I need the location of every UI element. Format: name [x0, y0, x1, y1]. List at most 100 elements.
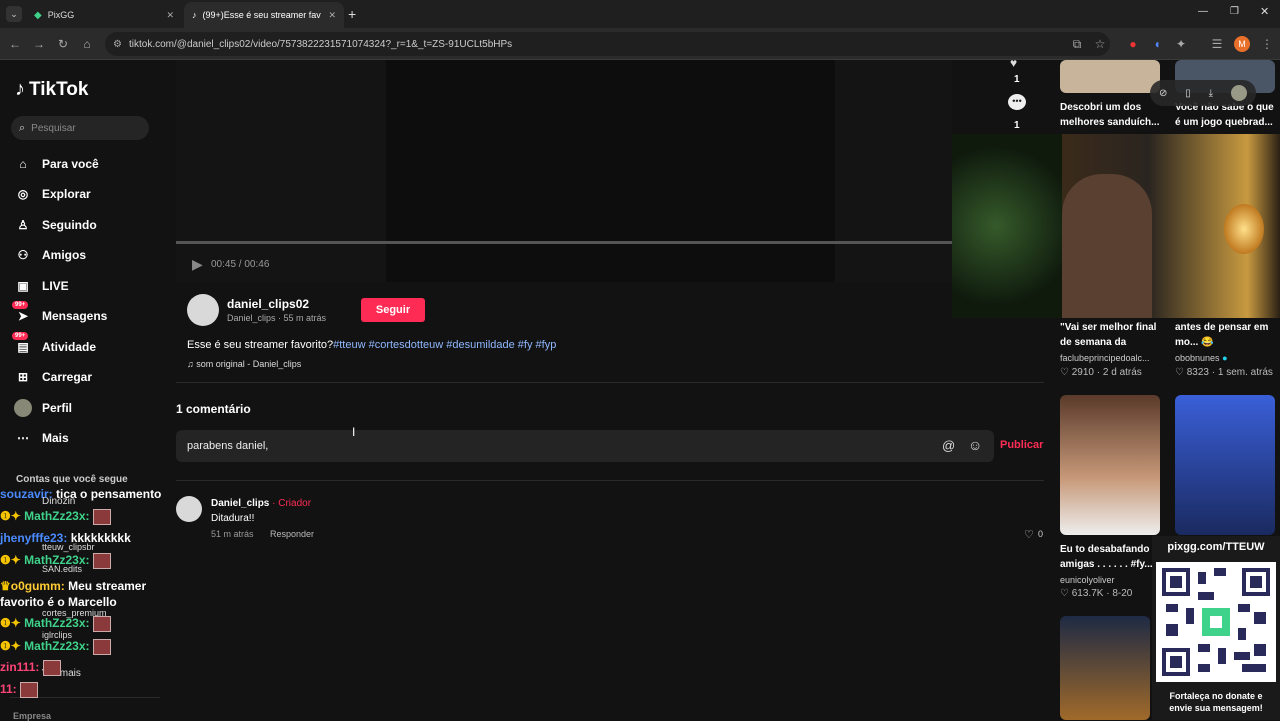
close-window-button[interactable]: ✕ [1260, 5, 1269, 18]
sound-link[interactable]: ♫ som original - Daniel_clips [187, 359, 301, 369]
sidebar-item-label: Para você [42, 157, 99, 171]
more-icon: ⋯ [17, 431, 29, 445]
sidebar-item-live[interactable]: ▣ LIVE [14, 274, 68, 298]
author-subtitle: Daniel_clips · 55 m atrás [227, 313, 327, 323]
sidebar-item-perfil[interactable]: Perfil [14, 396, 72, 420]
recommended-title[interactable]: "Vai ser melhor final de semana da minh.… [1060, 320, 1160, 350]
home-button-icon[interactable]: ⌂ [78, 35, 96, 53]
comment-input-text: parabens daniel, [187, 440, 269, 452]
chat-message: zin111: [0, 660, 61, 676]
emoji-icon[interactable]: ☺ [968, 437, 982, 453]
sidebar-item-seguindo[interactable]: ♙ Seguindo [14, 213, 97, 237]
sidebar-item-mensagens[interactable]: ➤ 99+ Mensagens [12, 301, 107, 328]
copy-link-icon[interactable]: ⊘ [1159, 88, 1167, 99]
sidebar-item-amigos[interactable]: ⚇ Amigos [14, 243, 86, 267]
search-input[interactable]: ⌕ Pesquisar [11, 116, 149, 140]
recommended-author[interactable]: eunicolyoliver [1060, 575, 1115, 585]
comment-like-icon[interactable]: ♡ [1024, 528, 1034, 541]
tab-tiktok[interactable]: ♪ (99+)Esse é seu streamer favori ✕ [184, 2, 344, 28]
bookmark-star-icon[interactable]: ☆ [1091, 35, 1109, 53]
comment-author[interactable]: Daniel_clips [211, 498, 269, 509]
browser-menu-icon[interactable]: ⋮ [1258, 35, 1276, 53]
tab-pixgg[interactable]: ◆ PixGG ✕ [26, 2, 182, 28]
music-note-icon: ♫ [187, 359, 194, 369]
post-caption: Esse é seu streamer favorito?#tteuw #cor… [187, 339, 556, 351]
video-time: 00:45 / 00:46 [211, 259, 270, 270]
extensions-icon[interactable]: ✦ [1172, 35, 1190, 53]
close-tab-icon[interactable]: ✕ [328, 10, 336, 21]
chat-text: tica o pensamento [56, 487, 162, 501]
site-info-icon[interactable]: ⚙ [113, 39, 122, 50]
extension-red-icon[interactable]: ● [1124, 35, 1142, 53]
reload-icon[interactable]: ↻ [54, 35, 72, 53]
crown-icon: ♛ [0, 579, 11, 593]
qr-code-graphic [1162, 568, 1270, 676]
restore-button[interactable]: ❐ [1230, 6, 1239, 17]
recommended-age: 8-20 [1112, 588, 1133, 599]
comments-count: 1 comentário [176, 402, 251, 416]
badge-icon: ❶✦ [0, 553, 21, 568]
recommended-video-thumb[interactable] [1060, 395, 1160, 535]
close-tab-icon[interactable]: ✕ [166, 10, 174, 21]
extension-audio-icon[interactable]: ◖ [1148, 35, 1166, 53]
recommended-author[interactable]: faclubeprincipedoalc... [1060, 353, 1160, 363]
qr-code-icon [1156, 562, 1276, 682]
sound-text: som original - Daniel_clips [196, 359, 302, 369]
tiktok-logo[interactable]: ♪ TikTok [15, 78, 88, 101]
like-icon[interactable]: ♥ [1010, 56, 1017, 70]
comment-author-line: Daniel_clips · Criador [211, 498, 311, 509]
comment-avatar[interactable] [176, 496, 202, 522]
reading-list-icon[interactable]: ☰ [1208, 35, 1226, 53]
mention-icon[interactable]: @ [942, 438, 955, 453]
recommended-title[interactable]: Descobri um dos melhores sanduích... [1060, 100, 1160, 130]
video-player[interactable]: ▶ 00:45 / 00:46 [176, 60, 952, 282]
browser-toolbar: ← → ↻ ⌂ ⚙ tiktok.com/@daniel_clips02/vid… [0, 28, 1280, 60]
heart-icon: ♡ [1060, 588, 1069, 599]
emote-icon [92, 509, 111, 525]
following-title: Contas que você segue [16, 474, 128, 485]
recommended-video-thumb[interactable] [1060, 60, 1160, 93]
install-app-icon[interactable]: ⧉ [1068, 35, 1086, 53]
comment-text: Ditadura!! [211, 513, 255, 524]
video-tools: ⊘ ▯ ⤓ [1150, 80, 1256, 106]
caption-hashtags[interactable]: #tteuw #cortesdotteuw #desumildade #fy #… [333, 339, 556, 351]
download-icon[interactable]: ⤓ [1209, 88, 1213, 99]
recommended-title[interactable]: Eu to desabafando amigas . . . . . . #fy… [1060, 542, 1160, 572]
follow-button[interactable]: Seguir [361, 298, 425, 322]
forward-icon[interactable]: → [30, 35, 48, 53]
friends-icon: ⚇ [17, 248, 29, 262]
chat-user: zin111: [0, 660, 40, 675]
chat-user: 11: [0, 682, 17, 697]
comment-time: 51 m atrás [211, 529, 254, 539]
sidebar-item-atividade[interactable]: ▤ 99+ Atividade [12, 332, 96, 359]
author-name[interactable]: daniel_clips02 [227, 297, 309, 311]
phone-icon[interactable]: ▯ [1185, 88, 1191, 99]
chat-user: MathZz23x: [24, 509, 90, 524]
reply-link[interactable]: Responder [270, 529, 314, 539]
sidebar-item-para-voce[interactable]: ⌂ Para você [14, 152, 99, 176]
recommended-author[interactable]: obobnunes ● [1175, 353, 1228, 363]
new-tab-button[interactable]: + [348, 6, 356, 22]
publish-button[interactable]: Publicar [1000, 439, 1043, 451]
user-avatar[interactable] [1231, 85, 1247, 101]
comment-input[interactable]: parabens daniel, @ ☺ [176, 430, 994, 462]
sidebar-item-carregar[interactable]: ⊞ Carregar [14, 365, 92, 389]
sidebar-item-explorar[interactable]: ◎ Explorar [14, 182, 91, 206]
progress-bar[interactable] [176, 241, 952, 244]
like-count: 1 [1014, 74, 1020, 85]
play-icon[interactable]: ▶ [192, 256, 203, 273]
recommended-video-thumb[interactable] [1060, 616, 1150, 720]
address-bar[interactable]: ⚙ tiktok.com/@daniel_clips02/video/75738… [105, 32, 1110, 56]
tab-list-chevron-icon[interactable]: ⌄ [6, 6, 22, 22]
recommended-video-thumb[interactable] [1175, 395, 1275, 535]
profile-avatar[interactable]: M [1234, 36, 1250, 52]
comment-icon[interactable]: ••• [1008, 94, 1026, 110]
recommended-title[interactable]: antes de pensar em mo... 😂 [1175, 320, 1275, 350]
back-icon[interactable]: ← [6, 35, 24, 53]
minimize-button[interactable]: — [1198, 6, 1208, 17]
sidebar-item-mais[interactable]: ⋯ Mais [14, 426, 69, 450]
creator-tag: · Criador [272, 498, 312, 509]
emote-icon [92, 639, 111, 655]
tiktok-note-icon: ♪ [15, 78, 25, 100]
author-avatar[interactable] [187, 294, 219, 326]
